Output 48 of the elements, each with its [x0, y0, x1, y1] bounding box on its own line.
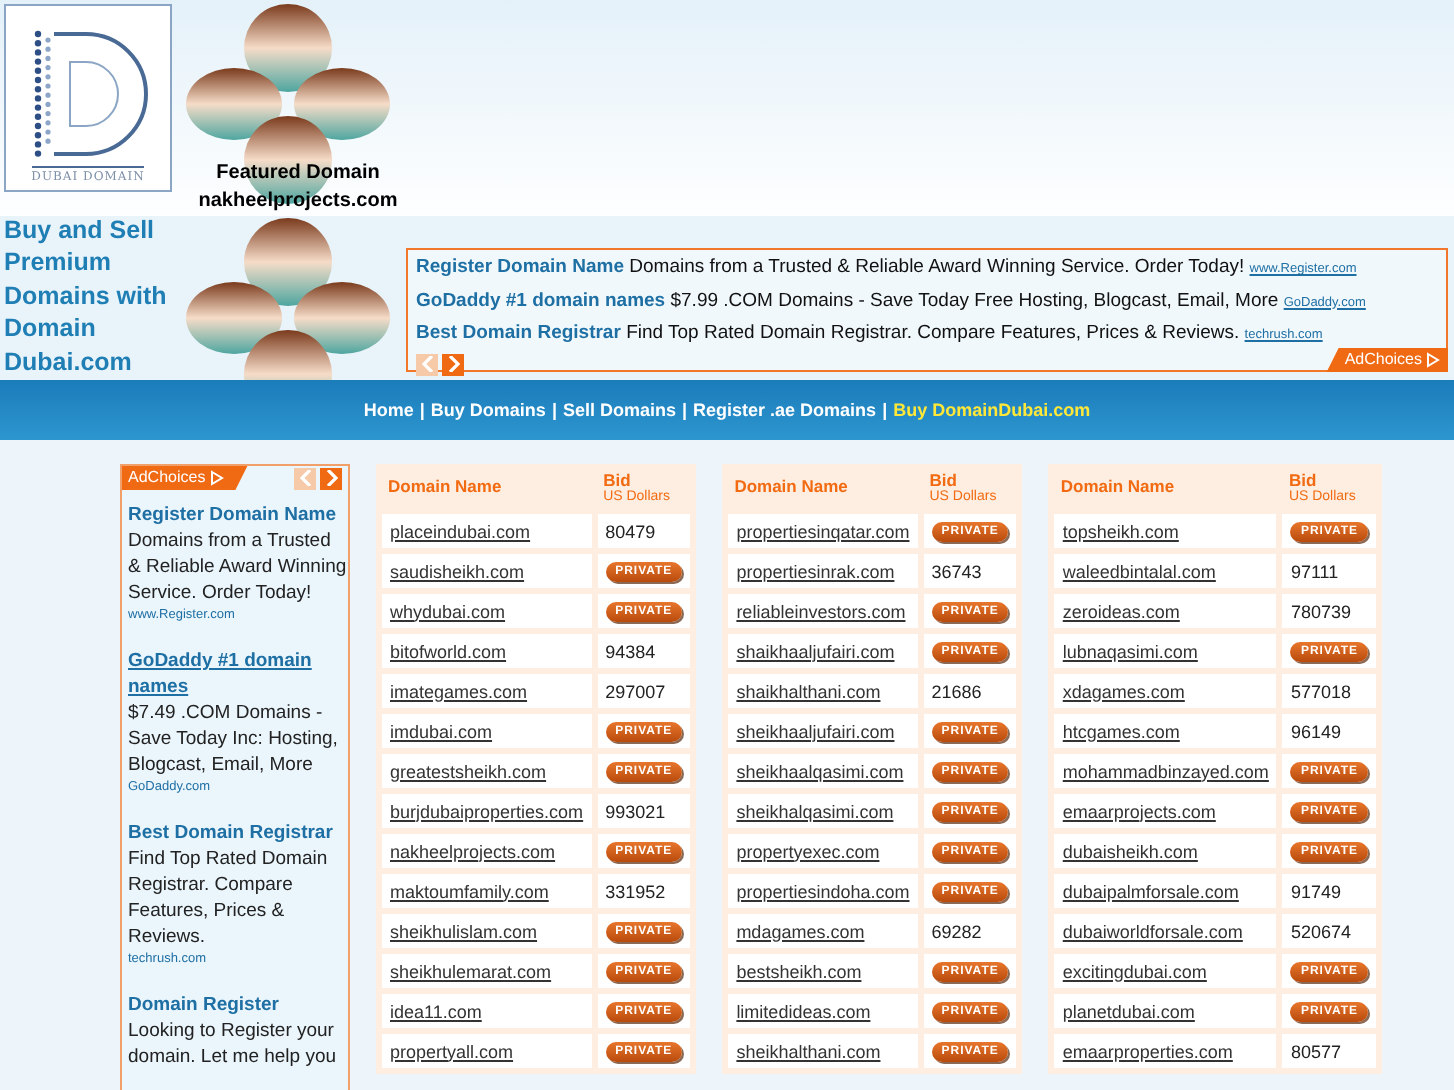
bid-cell: 80577: [1282, 1034, 1377, 1068]
ad-body: $7.49 .COM Domains - Save Today Inc: Hosting, Blogcast, Email, More: [128, 700, 340, 778]
next-ad-button[interactable]: [442, 353, 464, 375]
ad-body: Find Top Rated Domain Registrar. Compare Features, Prices & Reviews.: [128, 846, 330, 950]
column-header: Domain Name: [1058, 474, 1177, 500]
nav-separator: |: [419, 400, 425, 420]
ad-title-link[interactable]: GoDaddy #1 domain names: [128, 648, 348, 700]
column-header: Bid: [929, 469, 959, 489]
bid-cell: 520674: [1282, 914, 1377, 948]
bid-cell: 331952: [597, 874, 691, 908]
nav-link[interactable]: Home: [363, 400, 414, 420]
chevron-left-icon: [299, 470, 311, 486]
bid-cell: 36743: [923, 554, 1017, 588]
ad-title-link[interactable]: Domain Register: [128, 992, 348, 1018]
bid-cell: 297007: [597, 674, 691, 708]
site-tagline: Buy and Sell Premium Domains with Domain Dubai.com: [2, 216, 169, 380]
nav-link[interactable]: Sell Domains: [562, 400, 676, 420]
featured-domain-link[interactable]: nakheelprojects.com: [198, 188, 398, 216]
bid-cell: 993021: [597, 794, 691, 828]
ad-title-link[interactable]: Best Domain Registrar: [128, 820, 348, 846]
ad-body: Domains from a Trusted & Reliable Award Winning Service. Order Today!: [128, 528, 348, 606]
chevron-right-icon: [447, 356, 459, 372]
bid-cell: 780739: [1282, 594, 1377, 628]
column-header: Domain Name: [386, 474, 504, 500]
adchoices-icon: [1426, 352, 1440, 368]
column-header: Bid: [1288, 469, 1319, 489]
bid-cell: 91749: [1282, 874, 1377, 908]
next-ad-button[interactable]: [320, 467, 342, 489]
chevron-left-icon: [421, 356, 433, 372]
chevron-right-icon: [325, 470, 337, 486]
nav-link[interactable]: Buy Domains: [430, 400, 546, 420]
ad-title-link[interactable]: Register Domain Name: [128, 502, 348, 528]
nav-link[interactable]: Register .ae Domains: [693, 400, 877, 420]
bid-cell: 21686: [923, 674, 1017, 708]
ad-body: Looking to Register your domain. Let me help you: [128, 1018, 339, 1070]
nav-separator: |: [551, 400, 557, 420]
bid-cell: 577018: [1282, 674, 1377, 708]
featured-label: Featured Domain: [216, 160, 380, 188]
bid-cell: 69282: [923, 914, 1017, 948]
column-header: Domain Name: [732, 474, 850, 500]
nav-separator: |: [882, 400, 888, 420]
bid-cell: 94384: [597, 634, 691, 668]
bid-cell: 80479: [597, 514, 691, 548]
bid-cell: 97111: [1282, 554, 1377, 588]
bid-cell: 96149: [1282, 714, 1377, 748]
adchoices-icon: [209, 470, 224, 486]
column-header: Bid: [603, 469, 633, 489]
nav-separator: |: [682, 400, 688, 420]
